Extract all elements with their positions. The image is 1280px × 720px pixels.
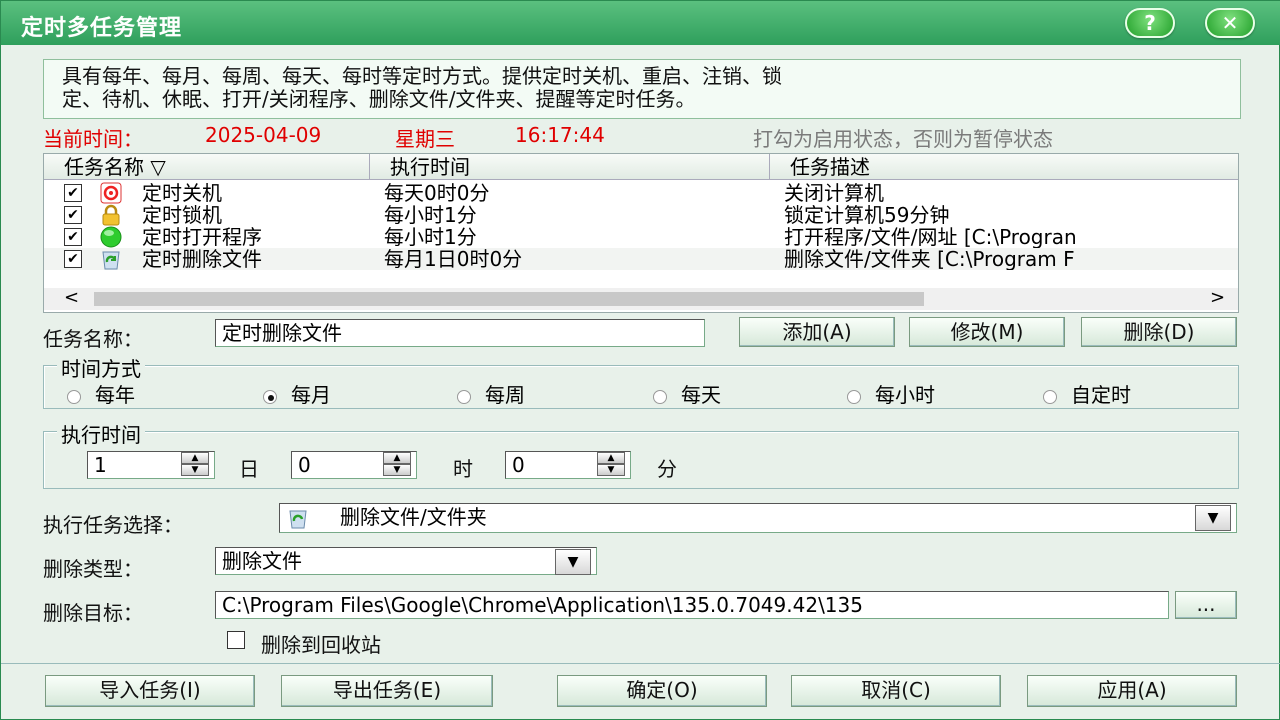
task-schedule: 每月1日0时0分: [384, 248, 523, 270]
enable-hint: 打勾为启用状态，否则为暂停状态: [753, 127, 1053, 151]
task-schedule: 每小时1分: [384, 226, 477, 248]
recycle-checkbox[interactable]: [227, 631, 245, 649]
minute-spinner[interactable]: ▲ ▼: [597, 452, 625, 478]
browse-button[interactable]: ...: [1175, 591, 1237, 619]
column-header-name[interactable]: 任务名称 ▽: [44, 154, 370, 180]
window-title: 定时多任务管理: [21, 16, 183, 41]
row-checkbox[interactable]: ✔: [64, 250, 82, 268]
radio-weekly[interactable]: 每周: [457, 379, 525, 408]
exec-task-label: 执行任务选择：: [43, 513, 183, 537]
task-name: 定时关机: [142, 182, 222, 204]
info-line-2: 定、待机、休眠、打开/关闭程序、删除文件/文件夹、提醒等定时任务。: [62, 87, 696, 111]
task-name: 定时锁机: [142, 204, 222, 226]
shutdown-icon: [100, 182, 122, 204]
column-header-schedule[interactable]: 执行时间: [370, 154, 770, 180]
radio-hourly[interactable]: 每小时: [847, 379, 935, 408]
task-manager-window: 定时多任务管理 ? ✕ 具有每年、每月、每周、每天、每时等定时方式。提供定时关机…: [0, 0, 1280, 720]
horizontal-scrollbar[interactable]: < >: [44, 287, 1238, 310]
scroll-left-arrow-icon[interactable]: <: [64, 287, 79, 308]
info-box: 具有每年、每月、每周、每天、每时等定时方式。提供定时关机、重启、注销、锁 定、待…: [43, 59, 1241, 119]
delete-target-label: 删除目标：: [43, 601, 143, 625]
export-button[interactable]: 导出任务(E): [281, 675, 493, 707]
table-row[interactable]: ✔ 定时打开程序 每小时1分 打开程序/文件/网址 [C:\Progran: [44, 226, 1238, 248]
current-time: 16:17:44: [515, 123, 605, 147]
info-line-1: 具有每年、每月、每周、每天、每时等定时方式。提供定时关机、重启、注销、锁: [62, 64, 782, 88]
lock-icon: [102, 204, 120, 226]
delete-type-label: 删除类型：: [43, 557, 143, 581]
row-checkbox[interactable]: ✔: [64, 184, 82, 202]
task-schedule: 每小时1分: [384, 204, 477, 226]
task-desc: 打开程序/文件/网址 [C:\Progran: [784, 226, 1077, 248]
delete-button[interactable]: 删除(D): [1081, 317, 1237, 347]
title-bar: 定时多任务管理 ? ✕: [1, 1, 1280, 45]
current-time-label: 当前时间：: [43, 127, 143, 151]
add-button[interactable]: 添加(A): [739, 317, 895, 347]
task-name: 定时删除文件: [142, 248, 262, 270]
apply-button[interactable]: 应用(A): [1027, 675, 1237, 707]
modify-button[interactable]: 修改(M): [909, 317, 1065, 347]
table-row[interactable]: ✔ 定时删除文件 每月1日0时0分 删除文件/文件夹 [C:\Program F: [44, 248, 1238, 270]
radio-yearly[interactable]: 每年: [67, 379, 135, 408]
row-checkbox[interactable]: ✔: [64, 228, 82, 246]
row-checkbox[interactable]: ✔: [64, 206, 82, 224]
column-header-desc[interactable]: 任务描述: [770, 154, 1238, 180]
task-desc: 锁定计算机59分钟: [784, 204, 950, 226]
current-date: 2025-04-09: [205, 123, 322, 147]
radio-custom[interactable]: 自定时: [1043, 379, 1131, 408]
ok-button[interactable]: 确定(O): [557, 675, 767, 707]
delete-target-input[interactable]: C:\Program Files\Google\Chrome\Applicati…: [215, 591, 1169, 619]
exec-time-title: 执行时间: [57, 419, 145, 448]
recycle-icon: [102, 251, 120, 270]
day-unit: 日: [239, 457, 259, 481]
table-row[interactable]: ✔ 定时关机 每天0时0分 关闭计算机: [44, 182, 1238, 204]
radio-monthly[interactable]: 每月: [263, 379, 331, 408]
task-list: 任务名称 ▽ 执行时间 任务描述 ✔ 定时关机 每天0时0分 关闭计算机 ✔ 定…: [43, 153, 1239, 313]
hour-unit: 时: [453, 457, 473, 481]
minute-unit: 分: [657, 457, 677, 481]
task-desc: 删除文件/文件夹 [C:\Program F: [784, 248, 1075, 270]
hour-spinner[interactable]: ▲ ▼: [383, 452, 411, 478]
table-row[interactable]: ✔ 定时锁机 每小时1分 锁定计算机59分钟: [44, 204, 1238, 226]
help-button[interactable]: ?: [1125, 8, 1175, 38]
task-name-input[interactable]: 定时删除文件: [215, 319, 705, 347]
import-button[interactable]: 导入任务(I): [45, 675, 255, 707]
task-desc: 关闭计算机: [784, 182, 884, 204]
time-mode-title: 时间方式: [57, 353, 145, 382]
footer-divider: [1, 663, 1280, 664]
day-spinner[interactable]: ▲ ▼: [181, 452, 209, 478]
radio-daily[interactable]: 每天: [653, 379, 721, 408]
green-circle-icon: [100, 226, 122, 248]
task-name: 定时打开程序: [142, 226, 262, 248]
recycle-label: 删除到回收站: [261, 633, 381, 657]
scrollbar-thumb[interactable]: [94, 292, 924, 306]
close-button[interactable]: ✕: [1205, 8, 1255, 38]
chevron-down-icon[interactable]: ▼: [555, 549, 591, 575]
current-weekday: 星期三: [395, 127, 455, 151]
task-name-label: 任务名称：: [43, 327, 143, 351]
scroll-right-arrow-icon[interactable]: >: [1210, 287, 1225, 308]
exec-task-select[interactable]: 删除文件/文件夹: [279, 503, 1237, 533]
exec-time-group: [43, 431, 1239, 489]
cancel-button[interactable]: 取消(C): [791, 675, 1001, 707]
chevron-down-icon[interactable]: ▼: [1195, 505, 1231, 531]
recycle-icon: [289, 510, 307, 529]
delete-type-select[interactable]: 删除文件: [215, 547, 597, 575]
task-schedule: 每天0时0分: [384, 182, 490, 204]
